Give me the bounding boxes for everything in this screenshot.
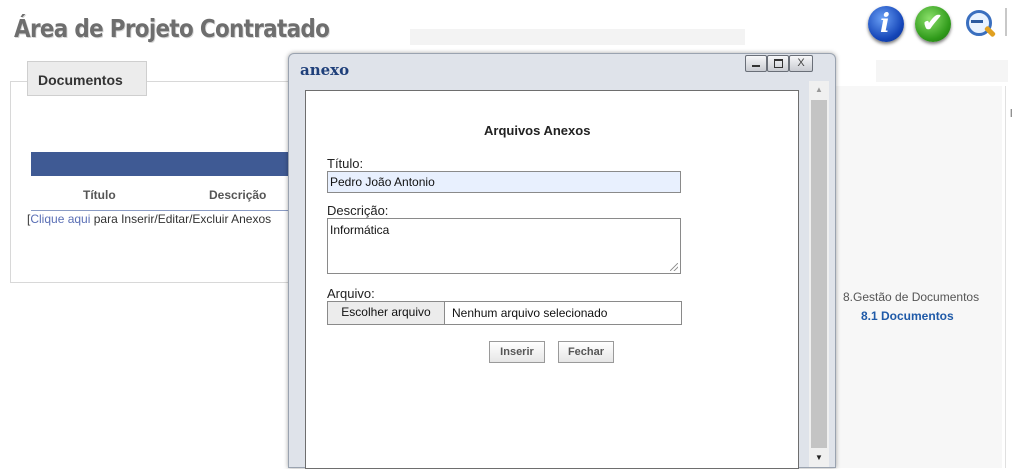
anexo-dialog: anexo X Arquivos Anexos Título: Pedro Jo… (288, 53, 836, 469)
scroll-up-icon[interactable]: ▲ (809, 85, 829, 97)
header-right-field (876, 60, 1008, 82)
documents-action-line: [Clique aqui para Inserir/Editar/Excluir… (27, 212, 295, 226)
dialog-content-frame: Arquivos Anexos Título: Pedro João Anton… (305, 90, 799, 469)
dialog-title: anexo (300, 61, 350, 79)
clique-aqui-link[interactable]: Clique aqui (30, 212, 90, 226)
minimize-icon (752, 65, 760, 67)
close-button[interactable]: Fechar (558, 341, 614, 363)
column-titulo: Título (83, 188, 116, 202)
titulo-input[interactable]: Pedro João Antonio (327, 171, 681, 193)
descricao-value: Informática (330, 223, 390, 237)
titulo-label: Título: (327, 156, 364, 171)
file-input: Escolher arquivo Nenhum arquivo selecion… (327, 301, 682, 325)
nav-group-gestao[interactable]: 8.Gestão de Documentos (843, 290, 979, 304)
file-status-text: Nenhum arquivo selecionado (452, 306, 608, 320)
insert-button[interactable]: Inserir (489, 341, 545, 363)
arquivo-label: Arquivo: (327, 286, 375, 301)
attachments-heading: Arquivos Anexos (484, 123, 591, 138)
close-window-button[interactable]: X (789, 55, 813, 72)
descricao-label: Descrição: (327, 203, 389, 218)
zoom-out-icon[interactable] (964, 10, 1004, 44)
toolbar-edge-divider (1005, 8, 1007, 36)
right-edge-divider (1005, 86, 1006, 468)
header-blank-bar (410, 29, 745, 45)
page-title: Área de Projeto Contratado (14, 14, 330, 43)
maximize-icon (773, 59, 783, 68)
close-icon: X (797, 57, 805, 69)
scroll-down-icon[interactable]: ▼ (809, 453, 829, 465)
link-suffix: para Inserir/Editar/Excluir Anexos (90, 212, 272, 226)
dialog-scrollbar[interactable]: ▲ ▼ (809, 81, 829, 467)
info-icon[interactable]: i (868, 6, 904, 42)
check-icon[interactable]: ✔ (915, 6, 951, 42)
resize-grip-icon[interactable] (670, 263, 678, 271)
nav-item-documentos[interactable]: 8.1 Documentos (861, 309, 954, 323)
descricao-textarea[interactable]: Informática (327, 218, 681, 274)
documents-table-header-bar (31, 152, 295, 176)
choose-file-button[interactable]: Escolher arquivo (328, 302, 445, 324)
documents-table-columns: Título Descrição (31, 176, 295, 211)
right-nav-panel (834, 86, 1002, 468)
column-descricao: Descrição (209, 188, 267, 202)
right-edge-text: l (1010, 108, 1013, 120)
minimize-button[interactable] (745, 55, 767, 72)
maximize-button[interactable] (767, 55, 789, 72)
scroll-thumb[interactable] (811, 100, 827, 448)
documents-section-label: Documentos (27, 61, 147, 96)
